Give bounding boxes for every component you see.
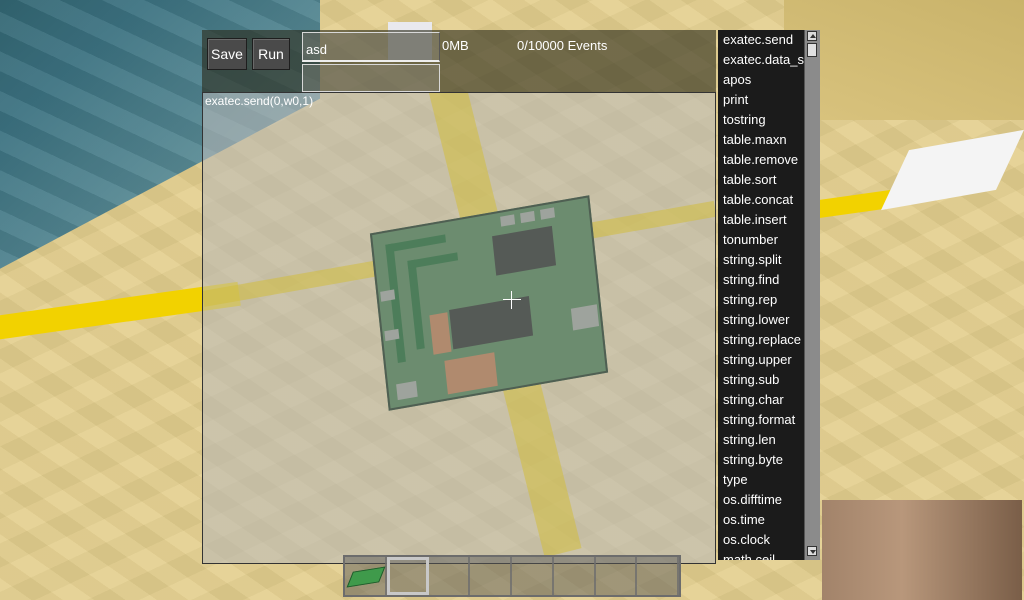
autocomplete-item[interactable]: table.maxn <box>718 130 804 150</box>
autocomplete-item[interactable]: exatec.data_s <box>718 50 804 70</box>
sand-terrain-far <box>784 0 1024 120</box>
autocomplete-item[interactable]: string.lower <box>718 310 804 330</box>
hotbar-slot[interactable] <box>596 557 638 595</box>
editor-toolbar: Save Run asd 0MB 0/10000 Events <box>202 30 716 92</box>
secondary-input[interactable] <box>302 64 440 92</box>
contact-pad <box>570 304 600 331</box>
autocomplete-item[interactable]: exatec.send <box>718 30 804 50</box>
autocomplete-item[interactable]: string.split <box>718 250 804 270</box>
autocomplete-item[interactable]: string.find <box>718 270 804 290</box>
circuit-board-icon <box>346 566 386 588</box>
memory-usage: 0MB <box>442 38 469 53</box>
autocomplete-item[interactable]: string.replace <box>718 330 804 350</box>
save-button[interactable]: Save <box>207 38 247 70</box>
autocomplete-item[interactable]: type <box>718 470 804 490</box>
autocomplete-item[interactable]: tonumber <box>718 230 804 250</box>
autocomplete-item[interactable]: string.char <box>718 390 804 410</box>
hotbar-slot[interactable] <box>637 557 679 595</box>
scroll-thumb[interactable] <box>807 43 817 57</box>
autocomplete-item[interactable]: apos <box>718 70 804 90</box>
autocomplete-list[interactable]: exatec.send exatec.data_s apos print tostrin… <box>718 30 804 560</box>
code-editor-window: Save Run asd 0MB 0/10000 Events exatec.s… <box>202 30 716 564</box>
autocomplete-scrollbar[interactable] <box>804 30 820 560</box>
scroll-up-arrow-icon[interactable] <box>807 31 817 41</box>
run-button[interactable]: Run <box>252 38 290 70</box>
autocomplete-item[interactable]: table.insert <box>718 210 804 230</box>
code-text-area[interactable]: exatec.send(0,w0,1) <box>202 92 716 564</box>
name-input[interactable]: asd <box>302 32 440 62</box>
hotbar-slot[interactable] <box>386 557 429 595</box>
event-counter: 0/10000 Events <box>517 38 608 53</box>
wood-block <box>822 500 1022 600</box>
autocomplete-item[interactable]: string.byte <box>718 450 804 470</box>
autocomplete-item[interactable]: string.len <box>718 430 804 450</box>
autocomplete-item[interactable]: string.sub <box>718 370 804 390</box>
code-line: exatec.send(0,w0,1) <box>205 94 314 108</box>
hotbar-slot[interactable] <box>512 557 554 595</box>
scroll-down-arrow-icon[interactable] <box>807 546 817 556</box>
autocomplete-item[interactable]: string.rep <box>718 290 804 310</box>
hotbar-slot[interactable] <box>554 557 596 595</box>
inventory-hotbar <box>343 555 681 597</box>
autocomplete-item[interactable]: math.ceil <box>718 550 804 560</box>
autocomplete-item[interactable]: string.upper <box>718 350 804 370</box>
autocomplete-item[interactable]: os.time <box>718 510 804 530</box>
hotbar-slot[interactable] <box>429 557 471 595</box>
autocomplete-item[interactable]: print <box>718 90 804 110</box>
hotbar-slot[interactable] <box>345 557 387 595</box>
crosshair-icon <box>503 291 521 309</box>
circuit-board-block <box>369 195 609 411</box>
autocomplete-item[interactable]: os.clock <box>718 530 804 550</box>
autocomplete-item[interactable]: table.sort <box>718 170 804 190</box>
autocomplete-item[interactable]: string.format <box>718 410 804 430</box>
autocomplete-item[interactable]: tostring <box>718 110 804 130</box>
autocomplete-item[interactable]: table.remove <box>718 150 804 170</box>
autocomplete-item[interactable]: table.concat <box>718 190 804 210</box>
autocomplete-item[interactable]: os.difftime <box>718 490 804 510</box>
hotbar-slot[interactable] <box>470 557 512 595</box>
